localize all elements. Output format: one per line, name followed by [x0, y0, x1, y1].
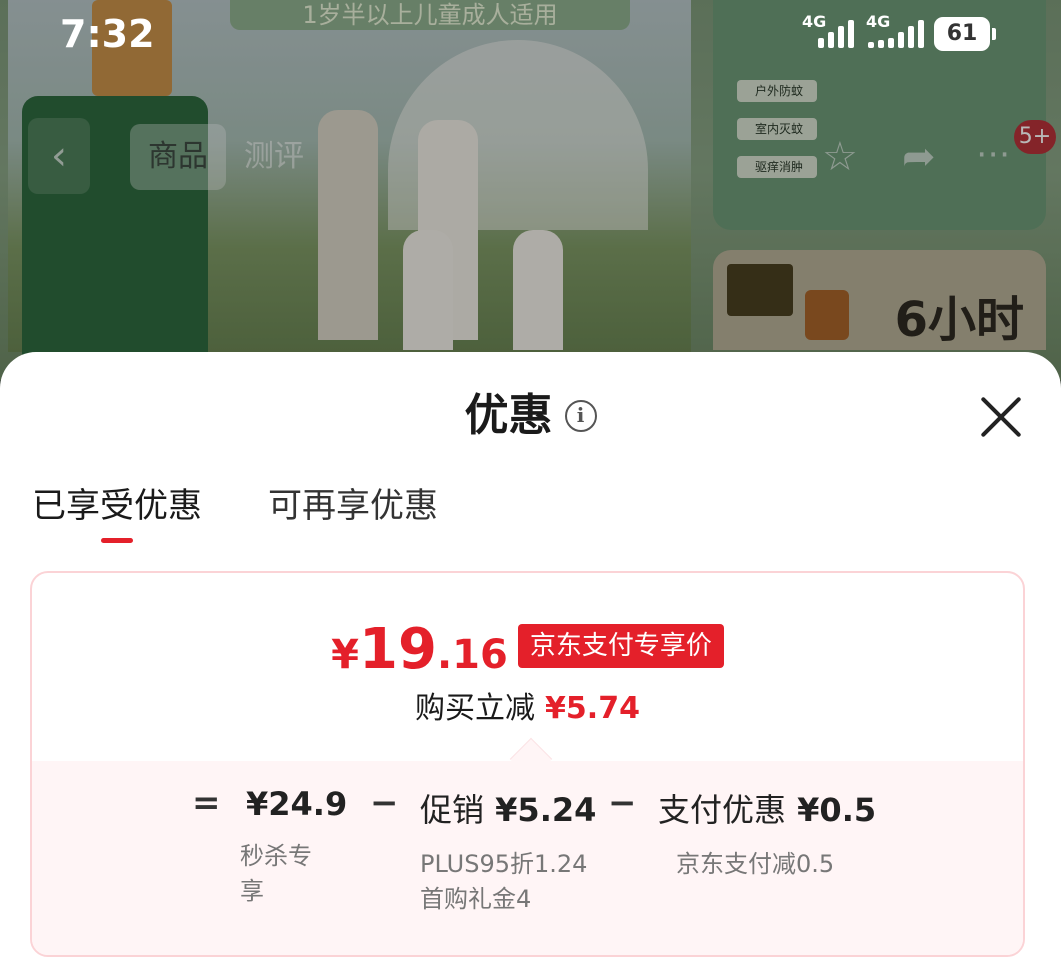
final-price: ¥19.16 — [331, 617, 508, 682]
signal-icon-2 — [868, 20, 924, 48]
original-price-note: 秒杀专享 — [240, 842, 312, 905]
battery-icon: 61 — [934, 17, 996, 51]
saving-label: 购买立减 — [415, 691, 536, 726]
tab-enjoyed-discounts[interactable]: 已享受优惠 — [32, 484, 202, 544]
final-price-row: ¥19.16 京东支付专享价 — [32, 617, 1023, 682]
saving-amount: ¥5.74 — [545, 691, 640, 726]
discount-sheet: 优惠 i 已享受优惠 可再享优惠 ¥19.16 京东支付专享价 购买立减 ¥5.74 … — [0, 352, 1061, 960]
promotion-amount: 促销 ¥5.24 — [420, 791, 597, 829]
sheet-header: 优惠 i — [0, 388, 1061, 444]
payment-discount-amount: 支付优惠 ¥0.5 — [658, 791, 877, 829]
payment-discount-label: 支付优惠 — [658, 791, 787, 829]
saving-row: 购买立减 ¥5.74 — [32, 683, 1023, 727]
info-icon[interactable]: i — [564, 400, 597, 432]
status-time: 7:32 — [60, 12, 155, 56]
discount-tabs: 已享受优惠 可再享优惠 — [32, 484, 438, 544]
payment-discount-item: 支付优惠 ¥0.5 京东支付减0.5 — [658, 785, 876, 882]
equals-sign: = — [192, 783, 221, 823]
minus-sign-1: − — [370, 783, 399, 823]
original-price: ¥24.9 — [246, 785, 348, 823]
payment-discount-note: 京东支付减0.5 — [676, 850, 835, 878]
tab-more-discounts[interactable]: 可再享优惠 — [268, 484, 438, 544]
status-bar: 7:32 4G 4G 61 — [0, 0, 1061, 70]
price-breakdown-card: ¥19.16 京东支付专享价 购买立减 ¥5.74 = ¥24.9 秒杀专享 − 促… — [30, 571, 1025, 957]
minus-sign-2: − — [608, 783, 637, 823]
sheet-title: 优惠 — [464, 390, 553, 441]
original-price-item: ¥24.9 秒杀专享 — [240, 785, 348, 909]
promotion-item: 促销 ¥5.24 PLUS95折1.24 首购礼金4 — [420, 785, 596, 917]
breakdown-section: = ¥24.9 秒杀专享 − 促销 ¥5.24 PLUS95折1.24 首购礼金… — [32, 761, 1023, 955]
close-icon[interactable] — [978, 394, 1024, 440]
promotion-notes: PLUS95折1.24 首购礼金4 — [420, 847, 596, 917]
promotion-label: 促销 — [420, 791, 485, 829]
signal-icon — [818, 20, 854, 48]
jd-pay-price-tag: 京东支付专享价 — [517, 623, 724, 668]
promotion-note-first-purchase: 首购礼金4 — [420, 885, 532, 913]
promotion-note-plus: PLUS95折1.24 — [420, 850, 588, 878]
